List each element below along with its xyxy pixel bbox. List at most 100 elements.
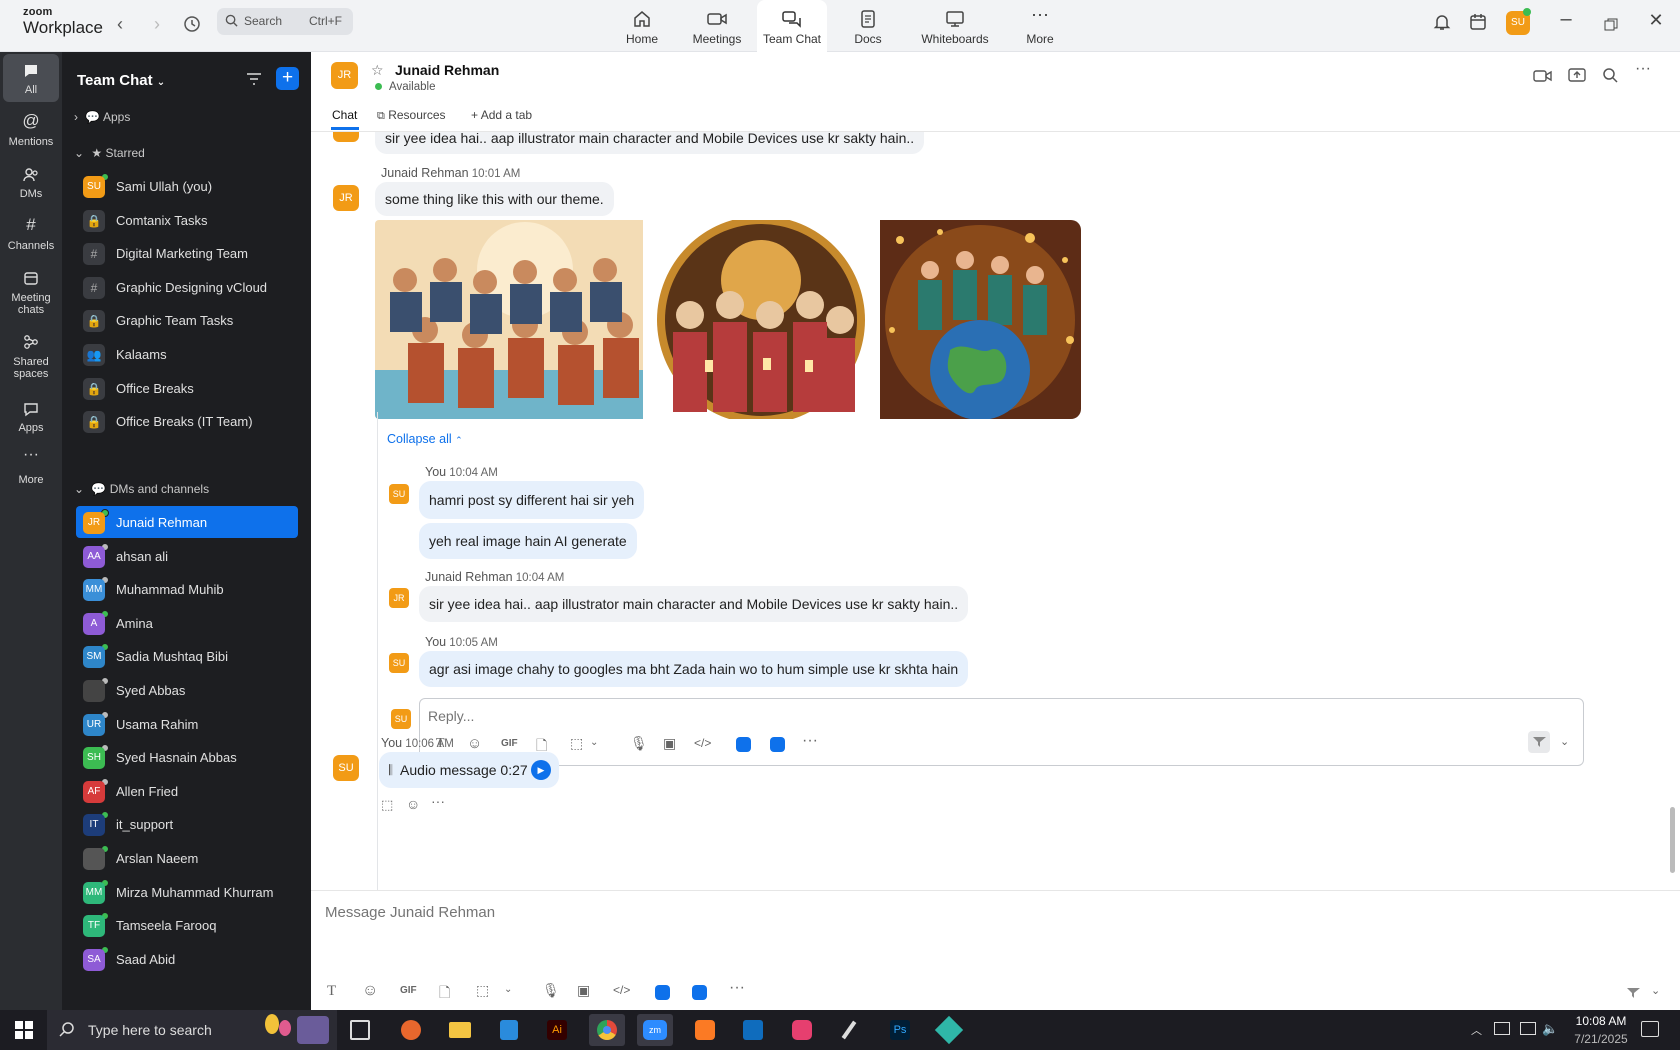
taskbar-search[interactable]: Type here to search [47, 1010, 337, 1050]
image-attachment-globe[interactable] [880, 220, 1081, 419]
search-icon[interactable] [1602, 67, 1618, 83]
tab-chat[interactable]: Chat [332, 108, 357, 122]
send-options-icon[interactable]: ⌄ [1651, 984, 1660, 997]
forward-arrow-icon[interactable]: › [147, 14, 167, 34]
sidebar-item[interactable]: AA ahsan ali [76, 540, 298, 572]
sidebar-item[interactable]: UR Usama Rahim [76, 708, 298, 740]
sidebar-item[interactable]: # Graphic Designing vCloud [76, 271, 298, 303]
screenshot-icon[interactable]: ⬚ [570, 735, 583, 752]
video-message-icon[interactable]: ▣ [577, 982, 590, 999]
microphone-icon[interactable]: 🎙 [542, 982, 560, 999]
play-button[interactable]: ▶ [531, 760, 551, 780]
search-input[interactable]: Search Ctrl+F [217, 8, 353, 35]
text-format-icon[interactable]: T [327, 983, 336, 1000]
sidebar-item[interactable]: 🔒 Comtanix Tasks [76, 204, 298, 236]
tab-resources[interactable]: ⧉ Resources [377, 108, 446, 123]
volume-icon[interactable]: 🔈 [1542, 1021, 1558, 1037]
photoshop-icon[interactable]: Ps [882, 1014, 918, 1046]
sidebar-item[interactable]: 🔒 Office Breaks [76, 372, 298, 404]
back-arrow-icon[interactable]: ‹ [110, 14, 130, 34]
calendar-icon[interactable] [1468, 12, 1494, 38]
code-icon[interactable]: </> [613, 983, 630, 997]
audio-message[interactable]: 𝄃 Audio message 0:27 ▶ [379, 752, 559, 788]
app-icon-1[interactable] [655, 985, 670, 1000]
message-bubble[interactable]: some thing like this with our theme. [375, 182, 614, 216]
file-icon[interactable]: 🗋 [439, 982, 450, 1006]
collapse-all-link[interactable]: Collapse all ⌃ [387, 432, 463, 446]
sidebar-item[interactable]: JR Junaid Rehman [76, 506, 298, 538]
tab-whiteboards[interactable]: Whiteboards [910, 0, 1000, 52]
rail-shared-spaces[interactable]: Shared spaces [3, 326, 59, 382]
image-attachment-women-phones[interactable] [645, 220, 878, 419]
message-bubble[interactable]: agr asi image chahy to googles ma bht Za… [419, 651, 969, 687]
tab-team-chat[interactable]: Team Chat [757, 0, 827, 52]
outlook-icon[interactable] [735, 1014, 771, 1046]
windows-start-icon[interactable] [15, 1021, 33, 1039]
more-options-icon[interactable]: ··· [1635, 60, 1651, 78]
zoom-taskbar-icon[interactable]: zm [637, 1014, 673, 1046]
sidebar-item[interactable]: TF Tamseela Farooq [76, 909, 298, 941]
emoji-icon[interactable]: ☺ [467, 735, 482, 752]
scrollbar-track[interactable] [1669, 132, 1677, 890]
sidebar-item[interactable]: MM Muhammad Muhib [76, 573, 298, 605]
sidebar-item[interactable]: SM Sadia Mushtaq Bibi [76, 640, 298, 672]
reply-input[interactable] [428, 705, 1028, 727]
tab-more[interactable]: ··· More [1015, 0, 1065, 52]
reply-thread-icon[interactable]: ⬚ [381, 797, 393, 813]
send-icon[interactable] [1528, 731, 1550, 753]
rail-meeting-chats[interactable]: Meeting chats [3, 262, 59, 318]
taskbar-date[interactable]: 7/21/2025 [1569, 1032, 1633, 1046]
minimize-button[interactable]: – [1553, 8, 1579, 34]
sidebar-item[interactable]: A Amina [76, 607, 298, 639]
more-actions-icon[interactable]: ··· [431, 793, 445, 809]
message-bubble[interactable]: sir yee idea hai.. aap illustrator main … [375, 132, 925, 154]
rail-dms[interactable]: DMs [3, 158, 59, 206]
tab-add[interactable]: + Add a tab [471, 108, 532, 122]
sidebar-item[interactable]: MM Mirza Muhammad Khurram [76, 876, 298, 908]
app-icon[interactable] [931, 1014, 967, 1046]
message-bubble[interactable]: hamri post sy different hai sir yeh [419, 481, 645, 519]
sidebar-item[interactable]: AF Allen Fried [76, 775, 298, 807]
video-call-icon[interactable] [1533, 68, 1553, 84]
sidebar-title[interactable]: Team Chat ⌄ [77, 72, 165, 89]
tray-chevron-icon[interactable]: ︿ [1471, 1022, 1482, 1038]
file-explorer-icon[interactable] [441, 1014, 477, 1046]
share-screen-icon[interactable] [1568, 67, 1586, 83]
network-icon[interactable] [1520, 1022, 1536, 1035]
message-bubble[interactable]: sir yee idea hai.. aap illustrator main … [419, 586, 969, 622]
filter-icon[interactable] [246, 72, 262, 86]
rail-channels[interactable]: # Channels [3, 210, 59, 258]
sidebar-item[interactable]: SA Saad Abid [76, 943, 298, 975]
new-chat-button[interactable]: + [276, 67, 299, 90]
sidebar-item[interactable]: # Digital Marketing Team [76, 237, 298, 269]
tab-home[interactable]: Home [614, 0, 670, 52]
code-icon[interactable]: </> [694, 736, 711, 750]
emoji-icon[interactable]: ☺ [362, 982, 378, 1000]
tray-icon[interactable] [1494, 1022, 1510, 1035]
gif-button[interactable]: GIF [501, 738, 518, 749]
sidebar-item[interactable]: 👥 Kalaams [76, 338, 298, 370]
screenshot-dropdown-icon[interactable]: ⌄ [504, 984, 512, 995]
rail-more[interactable]: ··· More [3, 444, 59, 492]
app-icon-2[interactable] [770, 737, 785, 752]
tab-meetings[interactable]: Meetings [685, 0, 749, 52]
rail-all[interactable]: All [3, 54, 59, 102]
sidebar-item[interactable]: SH Syed Hasnain Abbas [76, 741, 298, 773]
screenshot-dropdown-icon[interactable]: ⌄ [590, 737, 598, 748]
pen-tool-icon[interactable] [833, 1014, 869, 1046]
more-icon[interactable]: ··· [802, 732, 818, 750]
tab-docs[interactable]: Docs [840, 0, 896, 52]
illustrator-icon[interactable]: Ai [539, 1014, 575, 1046]
task-view-icon[interactable] [350, 1020, 370, 1040]
message-input[interactable] [325, 897, 1225, 927]
app-icon-1[interactable] [736, 737, 751, 752]
image-attachment-people-phones[interactable] [375, 220, 643, 419]
app-icon-2[interactable] [692, 985, 707, 1000]
sidebar-item[interactable]: Syed Abbas [76, 674, 298, 706]
contact-avatar[interactable]: JR [331, 62, 358, 89]
creative-cloud-icon[interactable] [784, 1014, 820, 1046]
rail-mentions[interactable]: @ Mentions [3, 106, 59, 154]
video-message-icon[interactable]: ▣ [663, 735, 676, 752]
sidebar-item[interactable]: 🔒 Office Breaks (IT Team) [76, 405, 298, 437]
xampp-icon[interactable] [687, 1014, 723, 1046]
